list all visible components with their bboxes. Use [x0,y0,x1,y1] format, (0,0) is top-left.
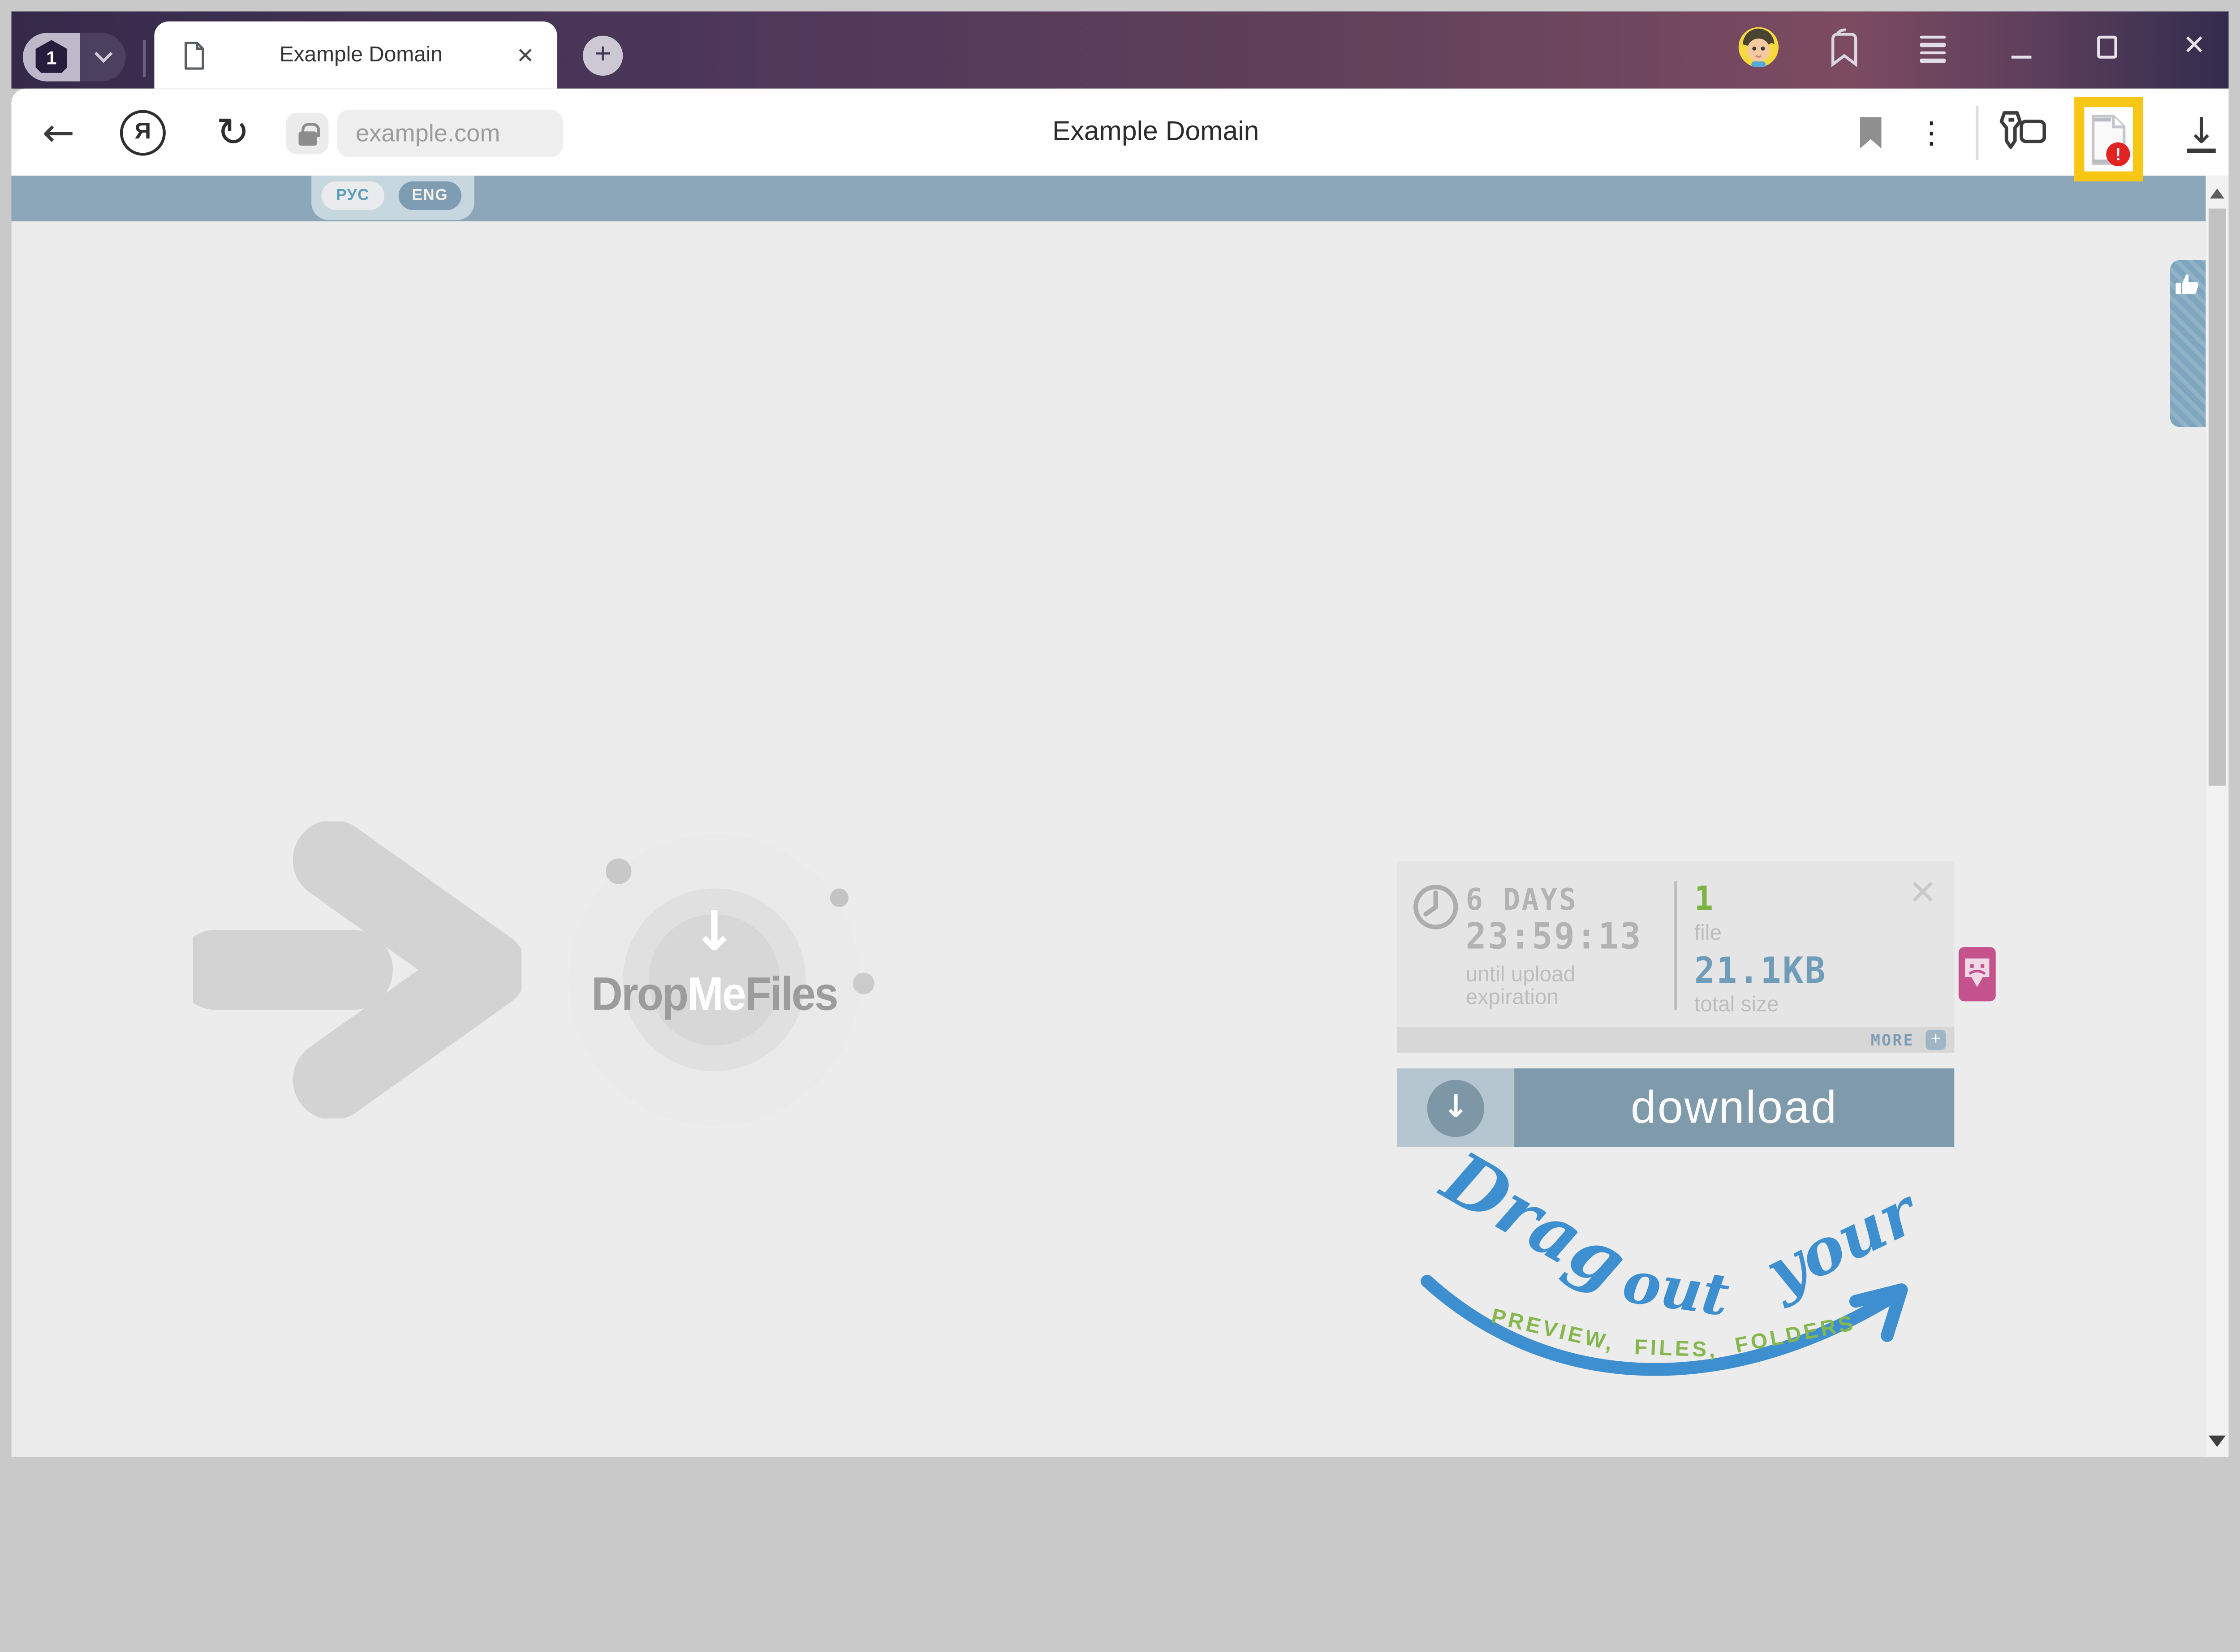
browser-window: 1 Example Domain ✕ + [12,12,2229,1457]
like-side-tab[interactable] [2170,260,2206,427]
bookmark-button[interactable] [1860,117,1882,148]
panel-divider [1674,881,1677,1010]
drag-out-hint: Drag out your [1383,1175,1983,1404]
tabbar-divider [143,40,146,77]
total-size: 21.1KB [1694,950,1827,992]
profile-avatar[interactable] [1737,26,1780,69]
logo-drop: Drop [591,967,687,1020]
minimize-button[interactable] [2006,31,2037,63]
page-menu-button[interactable]: ⋮ [1917,112,1946,155]
tab-close-icon[interactable]: ✕ [516,42,534,68]
drop-arrow-graphic [193,822,521,1119]
more-label[interactable]: MORE [1871,1031,1914,1049]
feedback-button[interactable] [1959,947,1996,1001]
total-size-label: total size [1694,993,1779,1017]
scrollbar [2206,176,2228,1457]
collections-button[interactable] [1823,26,1866,71]
maximize-icon [2097,36,2117,59]
tab-bar: 1 Example Domain ✕ + [12,12,2229,89]
menu-bar [1920,43,1946,47]
logo-me: Me [687,967,745,1020]
key-card-icon [1994,108,2049,157]
tab-counter-button[interactable]: 1 [23,33,126,81]
screenshot-stage: 1 Example Domain ✕ + [0,0,2240,1468]
subtitle-word-2: FILES, [1633,1335,1718,1363]
file-count: 1 [1694,881,1714,919]
expiry-label: until upload expiration [1466,964,1576,1010]
panel-close-icon[interactable]: ✕ [1908,873,1937,912]
document-alert-icon: ! [2087,111,2130,168]
upload-info-main: 6 DAYS 23:59:13 until upload expiration … [1397,861,1955,1027]
download-circle-arrow-icon: ↓ [1427,1079,1485,1136]
toolbar-divider [1976,106,1978,160]
toolbar-page-title: Example Domain [47,117,2228,148]
lang-eng-button[interactable]: ENG [399,181,461,210]
bookmark-flag-icon [1826,27,1863,70]
logo-down-arrow-icon: ↓ [657,900,771,963]
drag-out-subtitle: PREVIEW, FILES, FOLDERS [1490,1318,1947,1342]
menu-bar [1920,51,1946,54]
download-underline [2187,148,2216,152]
site-header-bar: РУС ENG [12,176,2206,221]
tab-example-domain[interactable]: Example Domain ✕ [154,22,557,89]
bookmark-icon [1860,117,1882,148]
tab-counter-value: 1 [34,40,69,74]
expiry-days: 6 DAYS [1466,881,1578,917]
password-manager-button[interactable] [1994,108,2049,157]
download-button[interactable]: ↓ download [1397,1068,1955,1147]
minimize-icon [2012,55,2032,59]
logo-orbit-dot [606,858,631,884]
download-button-label: download [1514,1068,1954,1147]
downloads-button[interactable]: ↓ [2180,107,2223,159]
logo-files: Files [745,967,837,1020]
browser-menu-button[interactable] [1917,33,1948,64]
menu-bar [1920,35,1946,39]
expiry-label-line1: until upload [1466,964,1576,987]
tab-list-dropdown[interactable] [80,33,126,81]
upload-info-panel: 6 DAYS 23:59:13 until upload expiration … [1397,861,1955,1053]
logo-orbit-dot [830,888,849,907]
tab-counter-badge: 1 [23,33,80,81]
tab-title: Example Domain [206,43,516,67]
highlighted-download-file-button[interactable]: ! [2074,97,2143,181]
alert-glyph: ! [2115,144,2121,163]
clock-icon [1412,883,1460,931]
file-count-label: file [1694,921,1722,946]
dropmefiles-logo: DropMeFiles [530,967,898,1021]
download-button-icon-area: ↓ [1397,1068,1514,1147]
thumbs-up-icon [2174,270,2203,299]
page-content: ↓ DropMeFiles 6 DAYS 23:59:13 until uplo… [12,221,2206,1457]
toolbar: ← Я ↻ example.com Example Domain ⋮ [12,89,2229,176]
page-favicon-icon [183,41,206,69]
scroll-up-arrow[interactable] [2210,189,2224,198]
expiry-label-line2: expiration [1466,987,1576,1010]
scrollbar-thumb[interactable] [2209,209,2226,786]
maximize-button[interactable] [2091,31,2123,63]
avatar-icon [1737,26,1780,69]
more-plus-button[interactable]: + [1926,1030,1946,1050]
sad-face-bubble-icon [1963,954,1991,994]
expiry-countdown: 23:59:13 [1466,916,1642,958]
language-switcher: РУС ENG [311,176,474,220]
new-tab-button[interactable]: + [583,36,623,76]
more-bar: MORE + [1397,1027,1955,1053]
window-close-button[interactable]: ✕ [2177,29,2212,63]
menu-bar [1920,59,1946,62]
chevron-down-icon [94,44,112,62]
lang-rus-button[interactable]: РУС [321,181,384,210]
scroll-down-arrow[interactable] [2209,1436,2226,1447]
download-arrow-icon: ↓ [2186,114,2216,148]
